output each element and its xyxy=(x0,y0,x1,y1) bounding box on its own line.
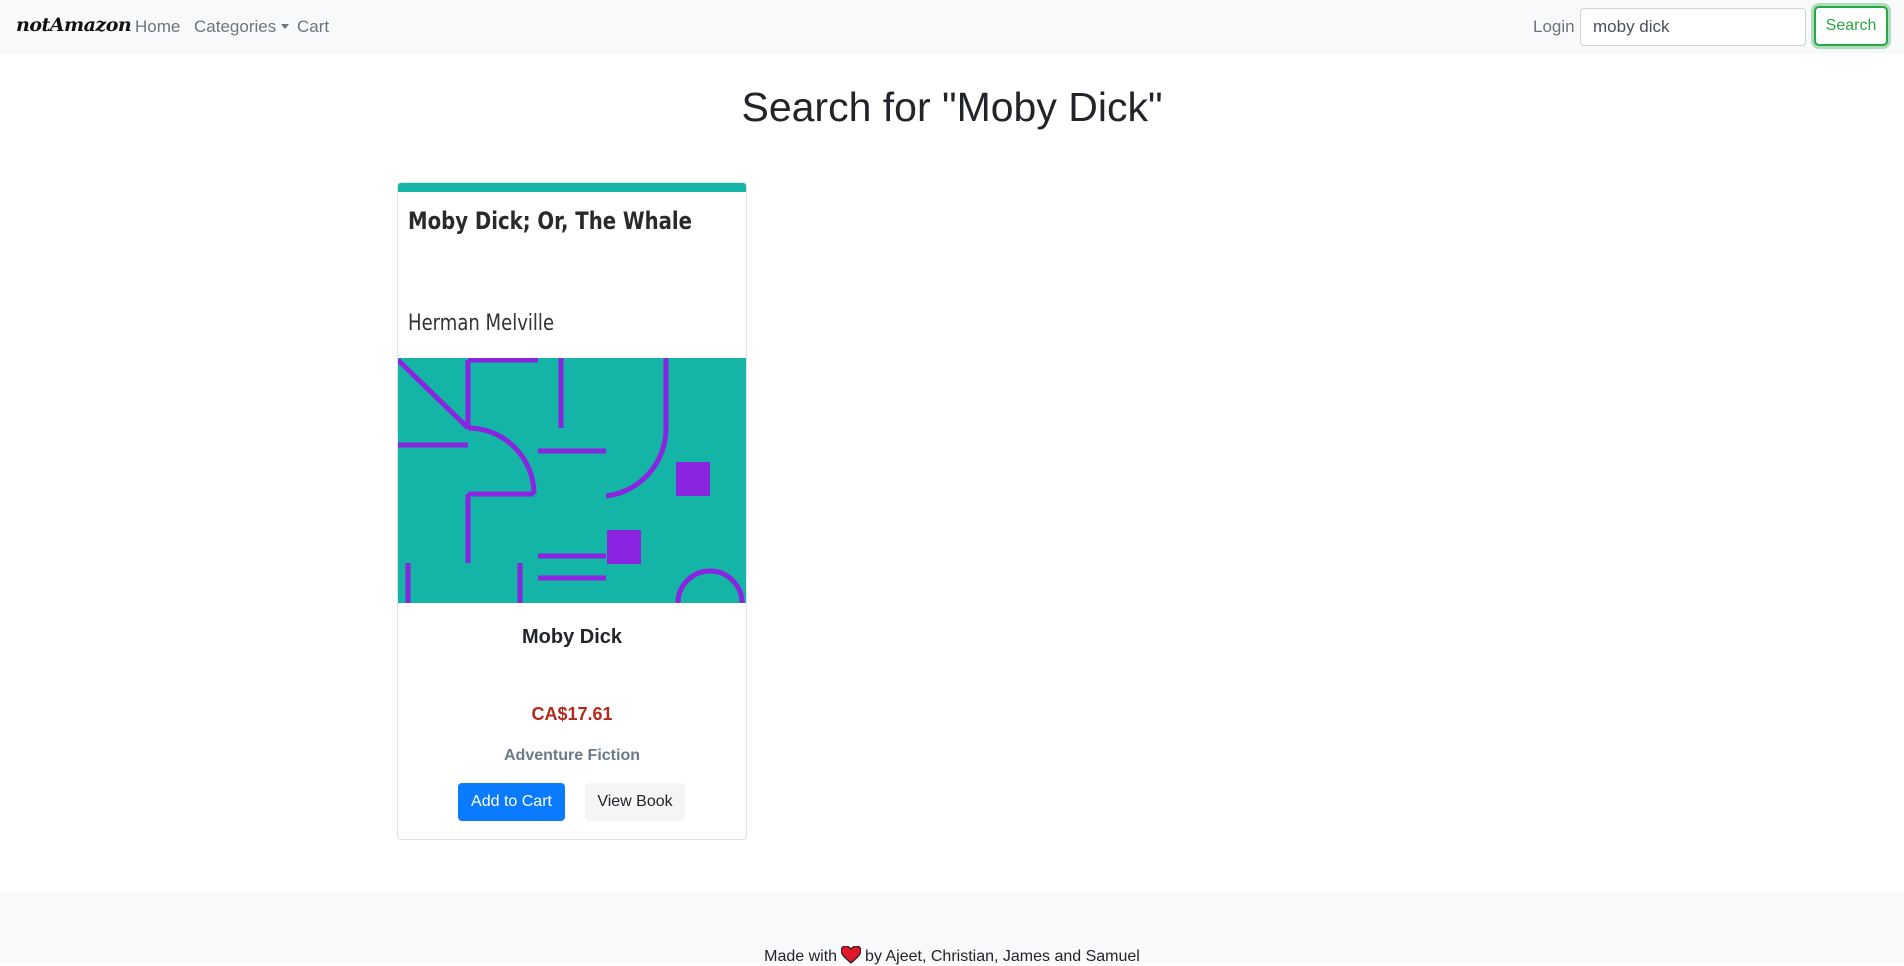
cover-text-area: Moby Dick; Or, The Whale Herman Melville xyxy=(398,183,746,358)
footer: Made with by Ajeet, Christian, James and … xyxy=(0,892,1904,966)
book-title[interactable]: Moby Dick xyxy=(398,626,746,649)
cover-band xyxy=(398,183,746,192)
nav-login-link[interactable]: Login xyxy=(1533,17,1575,37)
brand-logo[interactable]: notAmazon xyxy=(16,14,132,36)
navbar: notAmazon Home Categories Cart Login mob… xyxy=(0,0,1904,54)
page-title: Search for "Moby Dick" xyxy=(741,84,1163,130)
nav-home-link[interactable]: Home xyxy=(135,17,180,37)
book-price: CA$17.61 xyxy=(531,704,613,724)
footer-prefix: Made with xyxy=(764,948,838,965)
nav-cart-link[interactable]: Cart xyxy=(297,17,329,37)
search-input[interactable]: moby dick xyxy=(1580,8,1806,46)
search-button[interactable]: Search xyxy=(1814,6,1888,46)
book-card: Moby Dick; Or, The Whale Herman Melville xyxy=(397,182,747,840)
footer-credits: Made with by Ajeet, Christian, James and … xyxy=(0,946,1904,966)
footer-suffix: by Ajeet, Christian, James and Samuel xyxy=(865,948,1140,965)
book-cover[interactable]: Moby Dick; Or, The Whale Herman Melville xyxy=(398,183,746,603)
heart-icon xyxy=(841,946,862,964)
book-genre: Adventure Fiction xyxy=(503,747,640,764)
cover-author: Herman Melville xyxy=(408,311,555,336)
nav-categories-dropdown[interactable]: Categories xyxy=(194,17,290,37)
cover-title: Moby Dick; Or, The Whale xyxy=(408,207,693,235)
add-to-cart-button[interactable]: Add to Cart xyxy=(458,783,565,821)
nav-categories-label: Categories xyxy=(194,17,277,36)
view-book-button[interactable]: View Book xyxy=(585,783,685,821)
caret-down-icon xyxy=(281,24,290,29)
cover-pattern-art xyxy=(398,358,746,603)
